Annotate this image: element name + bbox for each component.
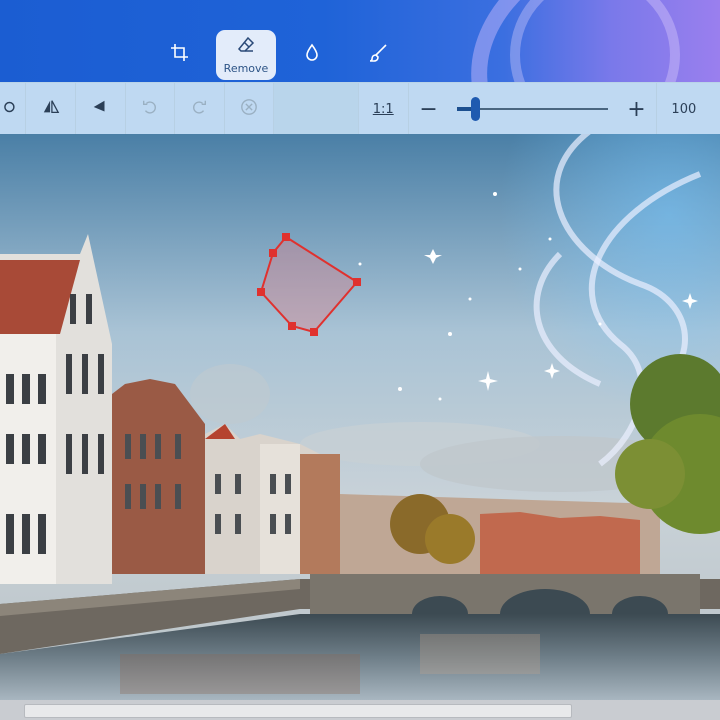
selection-handle[interactable] [257, 288, 265, 296]
horizontal-scrollbar[interactable] [0, 700, 720, 720]
undo-icon [141, 98, 159, 120]
ratio-1-1-button[interactable]: 1:1 [359, 83, 409, 135]
clear-icon [240, 98, 258, 120]
droplet-icon [302, 43, 322, 67]
redo-icon [190, 98, 208, 120]
selection-handle[interactable] [282, 233, 290, 241]
remove-tool-label: Remove [223, 62, 269, 75]
rotate-button[interactable] [0, 83, 27, 135]
selection-handle[interactable] [310, 328, 318, 336]
zoom-control: − + [409, 83, 658, 135]
crop-tool-button[interactable] [150, 30, 210, 80]
redo-button[interactable] [175, 83, 225, 135]
toolbar-spacer [274, 83, 359, 135]
flip-horizontal-button[interactable] [26, 83, 76, 135]
zoom-slider[interactable] [449, 83, 617, 135]
edit-toolbar: 1:1 − + 100 [0, 82, 720, 136]
blur-tool-button[interactable] [282, 30, 342, 80]
image-canvas[interactable] [0, 134, 720, 700]
flip-horizontal-icon [42, 98, 60, 120]
zoom-out-button[interactable]: − [409, 83, 449, 135]
zoom-in-button[interactable]: + [616, 83, 656, 135]
zoom-slider-thumb[interactable] [470, 97, 480, 121]
selection-handle[interactable] [288, 322, 296, 330]
top-tool-bar: Remove [0, 0, 720, 82]
flip-vertical-icon [91, 98, 109, 120]
scrollbar-thumb[interactable] [24, 704, 572, 718]
remove-tool-button[interactable]: Remove [216, 30, 276, 80]
selection-polygon[interactable] [0, 134, 720, 700]
zoom-value: 100 [671, 101, 697, 117]
decorative-swirl [510, 0, 680, 82]
brush-tool-button[interactable] [348, 30, 408, 80]
eraser-icon [236, 35, 256, 59]
selection-handle[interactable] [269, 249, 277, 257]
flip-vertical-button[interactable] [76, 83, 126, 135]
selection-handle[interactable] [353, 278, 361, 286]
brush-icon [368, 43, 388, 67]
clear-button[interactable] [225, 83, 275, 135]
undo-button[interactable] [126, 83, 176, 135]
rotate-icon [3, 98, 22, 120]
crop-icon [170, 43, 190, 67]
